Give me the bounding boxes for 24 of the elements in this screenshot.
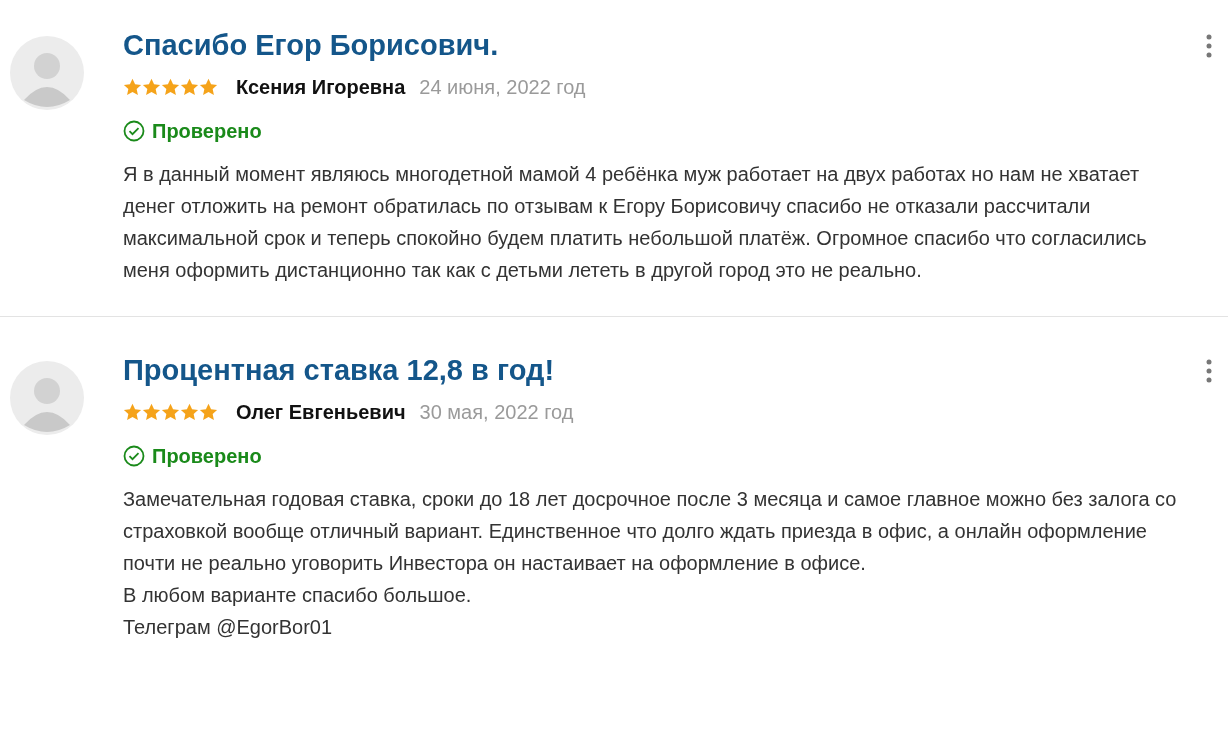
star-icon — [180, 78, 199, 96]
author-name: Ксения Игоревна — [236, 75, 406, 100]
review-date: 30 мая, 2022 год — [419, 400, 574, 425]
review-date: 24 июня, 2022 год — [419, 75, 586, 100]
star-icon — [123, 403, 142, 421]
review-title: Спасибо Егор Борисович. — [123, 28, 499, 62]
star-icon — [123, 78, 142, 96]
star-icon — [142, 403, 161, 421]
avatar-icon — [10, 361, 84, 435]
star-icon — [161, 78, 180, 96]
review-text: Я в данный момент являюсь многодетной мамой 4 ребёнка муж работает на двух работах но нам не хватает денег отложить на ремонт обратилась по отзывам к Егору Борисовичу спасибо не отказали рассчитали максимальной срок и теперь спокойно будем платить небольшой платёж. Огромное спасибо что согласились меня оформить дистанционно так как с детьми лететь в другой город это не реально. — [123, 162, 1148, 283]
star-icon — [199, 78, 218, 96]
author-name: Олег Евгеньевич — [236, 400, 406, 425]
more-options-icon[interactable] — [1206, 34, 1212, 58]
avatar-icon — [10, 36, 84, 110]
star-icon — [142, 78, 161, 96]
verified-label: Проверено — [152, 119, 262, 144]
review-title: Процентная ставка 12,8 в год! — [123, 353, 555, 387]
star-icon — [199, 403, 218, 421]
star-icon — [180, 403, 199, 421]
verified-label: Проверено — [152, 444, 262, 469]
review-text: Замечательная годовая ставка, сроки до 18 лет досрочное после 3 месяца и самое главное можно без залога со страховкой вообще отличный вариант. Единственное что долго ждать приезда в офис, а онлайн оформление почти не реально уговорить Инвестора он настаивает на оформление в офисе. В любом варианте спасибо большое. Телеграм @EgorBor01 — [123, 487, 1178, 640]
star-icon — [161, 403, 180, 421]
more-options-icon[interactable] — [1206, 359, 1212, 383]
